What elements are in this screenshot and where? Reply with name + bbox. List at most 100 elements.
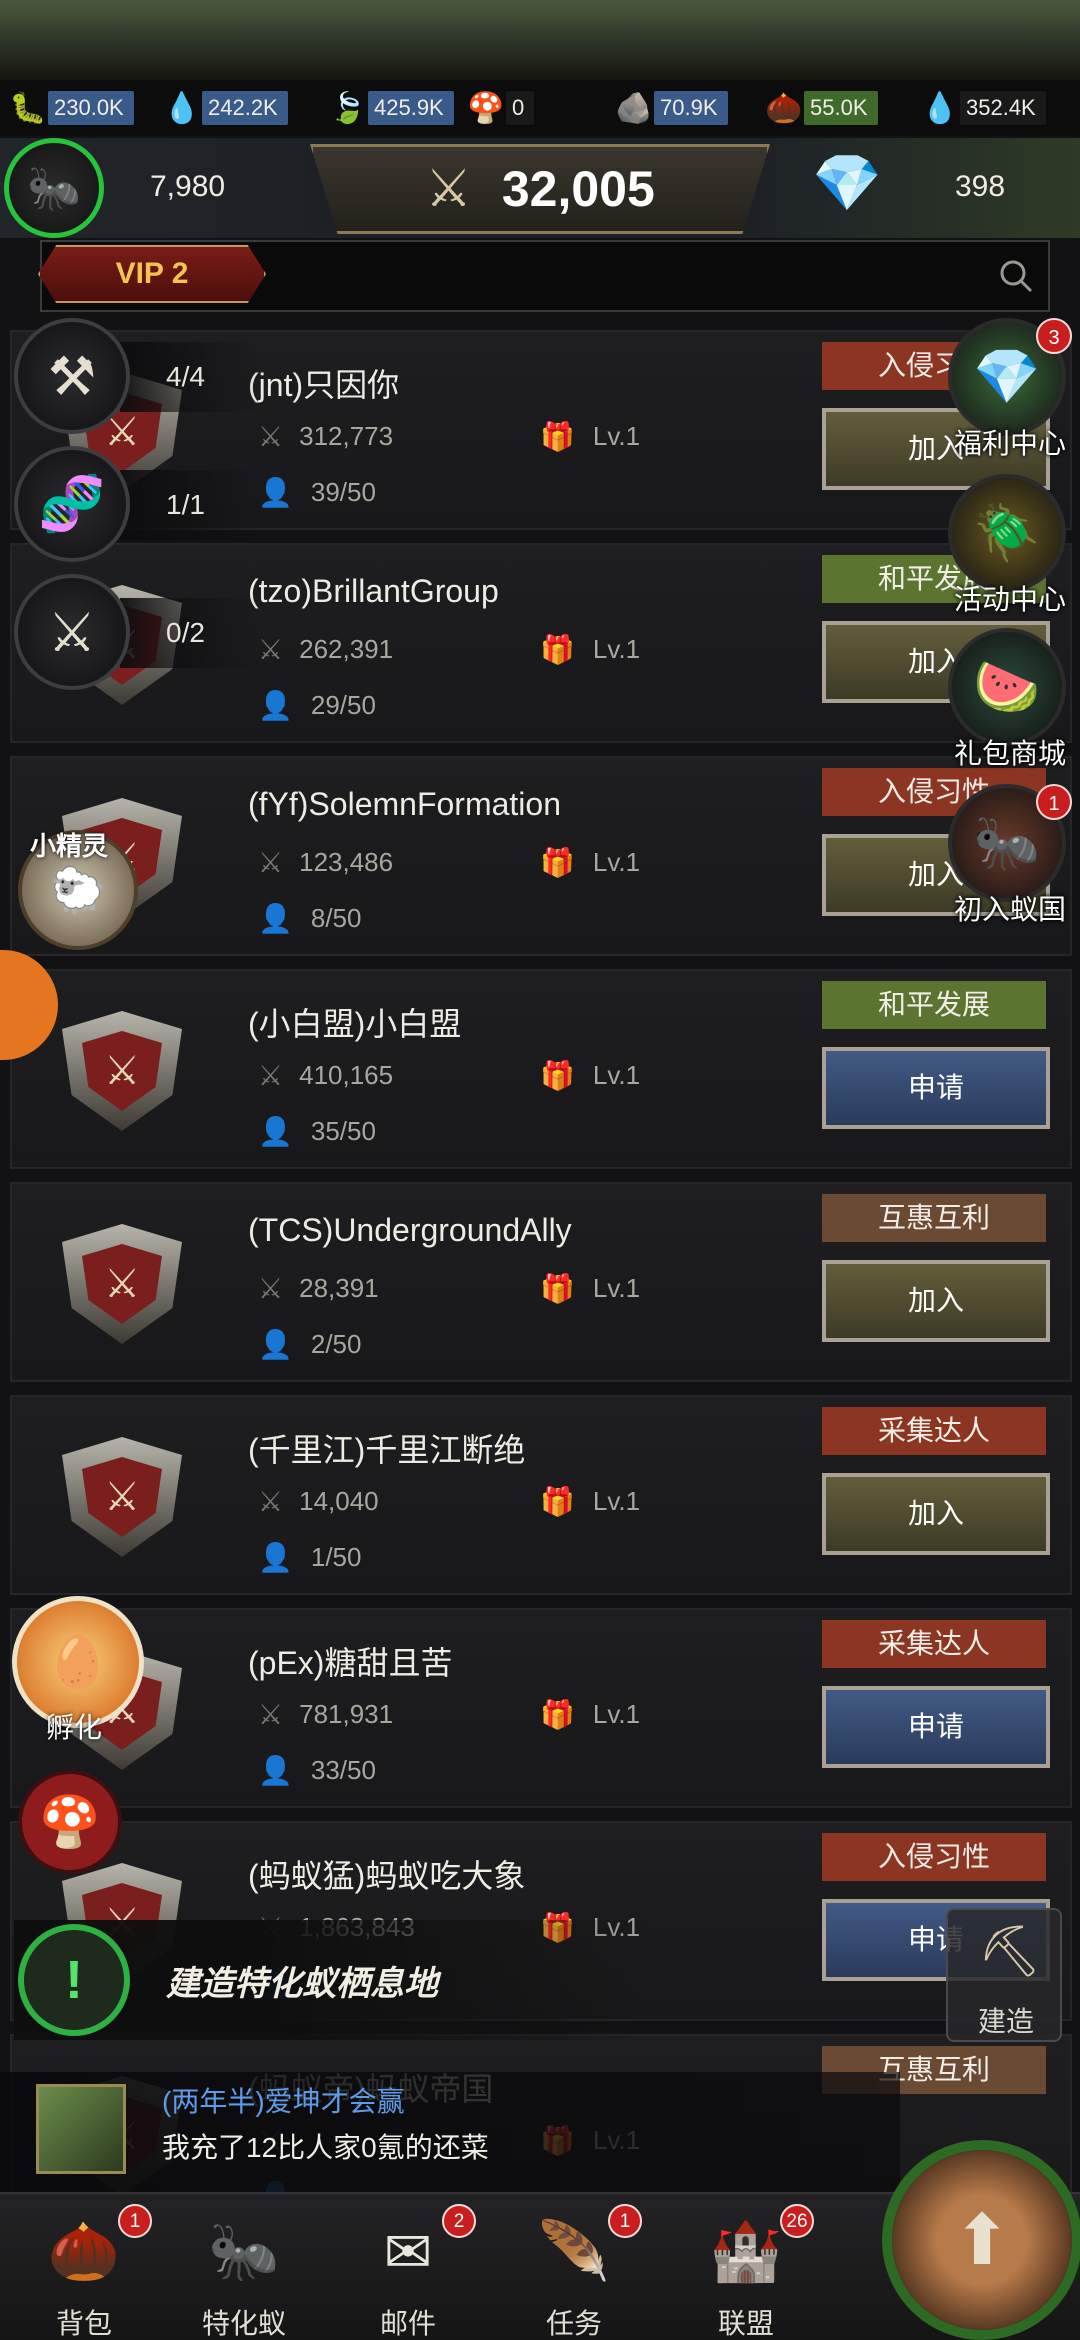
- alliance-level-row: 🎁 Lv.1: [540, 1059, 640, 1092]
- alliance-level: Lv.1: [592, 1486, 641, 1516]
- crossed-swords-icon: ⚔: [425, 160, 472, 218]
- alliance-level: Lv.1: [592, 1273, 641, 1303]
- alliance-power: 781,931: [299, 1699, 394, 1729]
- alliance-members-row: 👤 33/50: [258, 1754, 376, 1787]
- mushroom-shortcut-icon[interactable]: 🍄: [18, 1770, 122, 1874]
- tools-widget-icon[interactable]: ⚒: [14, 318, 130, 434]
- dna-widget-icon[interactable]: 🧬: [14, 446, 130, 562]
- gift-icon: 🎁: [540, 847, 575, 878]
- resource-value: 0: [506, 91, 535, 125]
- tools-widget-count: 4/4: [120, 342, 260, 412]
- alliance-name: (小白盟)小白盟: [248, 1006, 462, 1042]
- gift-icon: 🎁: [540, 1486, 575, 1517]
- alliance-members-row: 👤 35/50: [258, 1115, 376, 1148]
- chat-message: 我充了12比人家0氪的还菜: [162, 2132, 489, 2163]
- nav-backpack[interactable]: 🌰 背包 1: [14, 2204, 154, 2340]
- build-button[interactable]: ⛏ 建造: [946, 1908, 1062, 2042]
- gift-icon: 🎁: [540, 634, 575, 665]
- resource-seed[interactable]: 🌰 55.0K: [764, 88, 878, 128]
- resource-value: 55.0K: [804, 91, 878, 125]
- person-icon: 👤: [258, 477, 293, 508]
- diamond-count: 398: [955, 170, 1006, 203]
- alliance-row[interactable]: ⚔(fYf)SolemnFormation⚔123,486🎁Lv.1👤8/50入…: [10, 756, 1072, 956]
- resource-mushroom[interactable]: 🍄 0: [466, 88, 535, 128]
- water-icon: 💧: [163, 91, 201, 125]
- ant-avatar-icon[interactable]: 🐜: [4, 138, 104, 238]
- apply-button[interactable]: 申请: [822, 1047, 1050, 1129]
- alliance-members: 29/50: [310, 690, 376, 720]
- alliance-policy-tag: 采集达人: [822, 1620, 1046, 1668]
- resource-value: 70.9K: [654, 91, 728, 125]
- alliance-policy-tag: 采集达人: [822, 1407, 1046, 1455]
- person-icon: 👤: [258, 903, 293, 934]
- apply-button[interactable]: 申请: [822, 1686, 1050, 1768]
- events-center-label: 活动中心: [953, 584, 1066, 615]
- power-value: 32,005: [501, 161, 655, 217]
- alliance-row[interactable]: ⚔ (小白盟)小白盟 ⚔ 410,165 🎁 Lv.1 👤 35/50 和平发展 申请: [10, 969, 1072, 1169]
- resource-honeydew[interactable]: 💧 352.4K: [920, 88, 1046, 128]
- power-display[interactable]: ⚔ 32,005: [310, 144, 770, 234]
- events-center-icon[interactable]: 🪲: [948, 474, 1066, 592]
- diamond-icon: 💎: [812, 151, 882, 214]
- resource-leaf[interactable]: 🍃 425.9K: [328, 88, 454, 128]
- nav-tasks[interactable]: 🪶 任务 1: [504, 2204, 644, 2340]
- alliance-row[interactable]: ⚔ (TCS)UndergroundAlly ⚔ 28,391 🎁 Lv.1 👤 2/50 互惠…: [10, 1182, 1072, 1382]
- alliance-level: Lv.1: [592, 1060, 641, 1090]
- alliance-level-row: 🎁 Lv.1: [540, 1485, 640, 1518]
- crossed-swords-icon: ⚔: [258, 634, 284, 665]
- person-icon: 👤: [258, 1542, 293, 1573]
- alliance-row[interactable]: ⚔ (千里江)千里江断绝 ⚔ 14,040 🎁 Lv.1 👤 1/50 采集达人 加入: [10, 1395, 1072, 1595]
- alliance-members-row: 👤 1/50: [258, 1541, 361, 1574]
- nav-mail[interactable]: ✉ 邮件 2: [338, 2204, 478, 2340]
- crossed-swords-icon: ⚔: [258, 1699, 284, 1730]
- chat-sender: (两年半)爱坤才会赢: [162, 2086, 405, 2117]
- alliance-level: Lv.1: [592, 634, 641, 664]
- battle-widget-icon[interactable]: ⚔: [14, 574, 130, 690]
- person-icon: 👤: [258, 690, 293, 721]
- vip-badge[interactable]: VIP 2: [38, 245, 266, 303]
- join-button[interactable]: 加入: [822, 1260, 1050, 1342]
- gift-shop-label: 礼包商城: [953, 738, 1066, 769]
- main-action-button[interactable]: ⬆: [872, 2100, 1080, 2340]
- resource-bar: 🐛 230.0K 💧 242.2K 🍃 425.9K 🍄 0 🪨 70.9K 🌰 55.0K 💧 352.…: [0, 80, 1080, 136]
- resource-value: 230.0K: [48, 91, 134, 125]
- alliance-row[interactable]: ⚔ (pEx)糖甜且苦 ⚔ 781,931 🎁 Lv.1 👤 33/50 采集达人申请: [10, 1608, 1072, 1808]
- alliance-name: (jnt)只因你: [248, 367, 400, 403]
- larva-icon: 🐛: [9, 91, 47, 125]
- nav-label: 联盟: [717, 2308, 774, 2339]
- battle-widget-count: 0/2: [120, 598, 260, 668]
- dna-widget-count: 1/1: [120, 470, 260, 540]
- build-button-label: 建造: [977, 2006, 1034, 2037]
- search-icon[interactable]: [996, 256, 1036, 296]
- alliance-name: (千里江)千里江断绝: [248, 1432, 526, 1468]
- nest-up-arrow-icon: ⬆: [882, 2140, 1080, 2340]
- alliance-policy-tag: 互惠互利: [822, 1194, 1046, 1242]
- resource-water[interactable]: 💧 242.2K: [162, 88, 288, 128]
- join-button[interactable]: 加入: [822, 1473, 1050, 1555]
- soil-icon: 🪨: [615, 91, 653, 125]
- chat-preview[interactable]: (两年半)爱坤才会赢 我充了12比人家0氪的还菜: [0, 2072, 900, 2192]
- alliance-power-row: ⚔ 410,165: [258, 1059, 393, 1092]
- build-task-banner[interactable]: ! 建造特化蚁栖息地: [14, 1920, 654, 2040]
- alliance-emblem-icon: ⚔: [62, 1437, 182, 1557]
- alliance-members: 1/50: [310, 1542, 362, 1572]
- nav-badge: 26: [780, 2204, 814, 2238]
- chat-avatar: [36, 2084, 126, 2174]
- alliance-level-row: 🎁 Lv.1: [540, 1272, 640, 1305]
- nav-badge: 2: [442, 2204, 476, 2238]
- gift-icon: 🎁: [540, 421, 575, 452]
- nav-alliance[interactable]: 🏰 联盟 26: [676, 2204, 816, 2340]
- gift-shop-icon[interactable]: 🍉: [948, 628, 1066, 746]
- leaf-icon: 🍃: [329, 91, 367, 125]
- honeydew-icon: 💧: [921, 91, 959, 125]
- gift-icon: 🎁: [540, 1273, 575, 1304]
- resource-value: 242.2K: [202, 91, 288, 125]
- alliance-emblem-icon: ⚔: [62, 1224, 182, 1344]
- resource-soil[interactable]: 🪨 70.9K: [614, 88, 728, 128]
- person-icon: 👤: [258, 1116, 293, 1147]
- nav-special-ants[interactable]: 🐜 特化蚁: [174, 2212, 314, 2340]
- special-ants-icon: 🐜: [207, 2219, 281, 2284]
- alliance-name: (pEx)糖甜且苦: [248, 1645, 453, 1681]
- resource-larva[interactable]: 🐛 230.0K: [8, 88, 134, 128]
- alliance-power-row: ⚔ 28,391: [258, 1272, 379, 1305]
